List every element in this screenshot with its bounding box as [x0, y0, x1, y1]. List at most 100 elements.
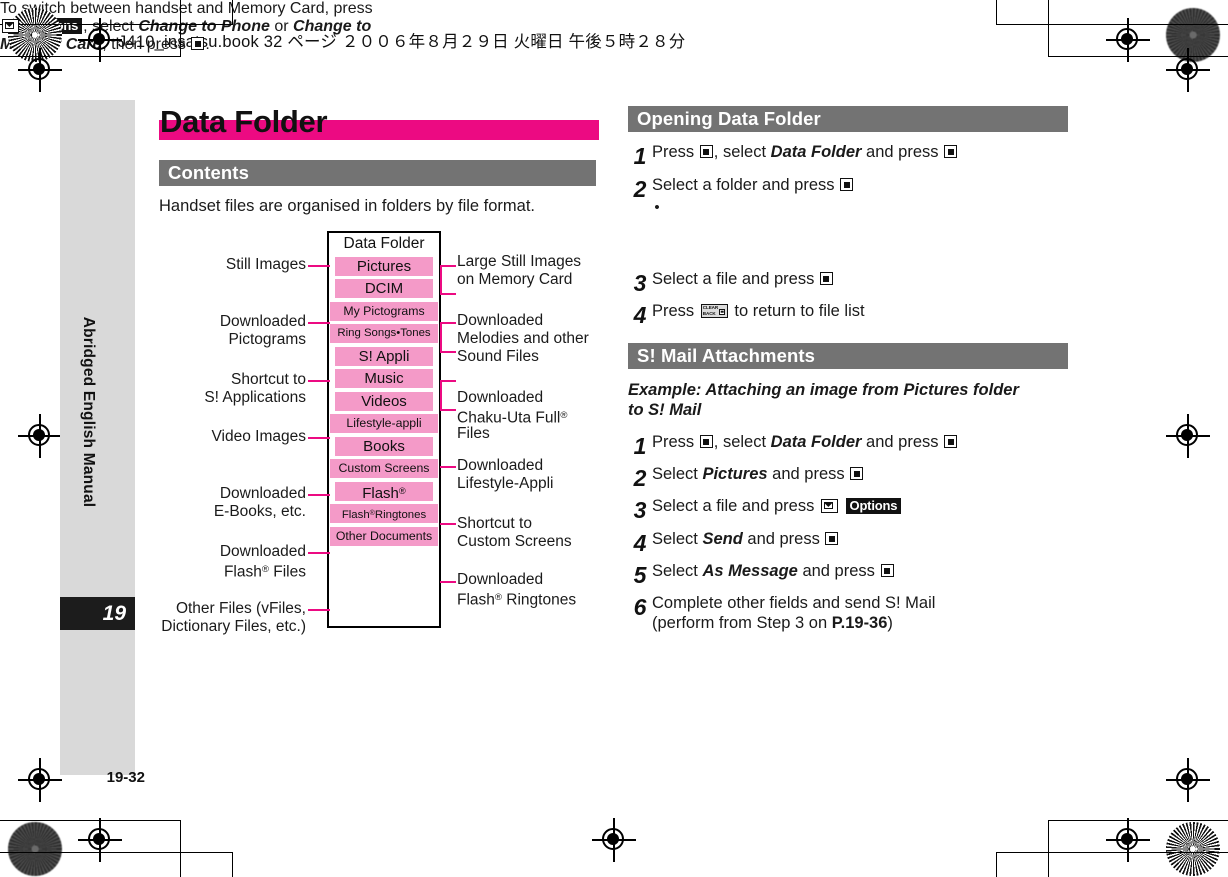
diagram-right-label-lifestyle-1: Downloaded	[457, 457, 544, 474]
opening-step-3-text: Select a file and press	[652, 269, 834, 289]
connector-left-other-documents	[308, 609, 330, 611]
diagram-left-label-downloaded-pictograms-2: Pictograms	[228, 331, 306, 348]
smail-example-line1: Example: Attaching an image from Picture…	[628, 381, 1019, 399]
smail-step-5-d: and press	[802, 562, 875, 580]
connector-left-videos	[308, 437, 330, 439]
folder-row-s-appli: S! Appli	[335, 346, 433, 366]
connector-right-s-appli	[440, 380, 456, 382]
center-select-key-icon	[850, 467, 864, 480]
folder-row-pictures: Pictures	[335, 256, 433, 276]
page-folio: 19-32	[106, 769, 145, 786]
diagram-right-label-melodies-1: Downloaded	[457, 312, 544, 329]
sidebar-manual-label: Abridged English Manual	[80, 316, 97, 508]
opening-step-3-a: Select a file and press	[652, 270, 815, 288]
diagram-right-label-flash-ringtones-1: Downloaded	[457, 571, 544, 588]
connector-right-bracket-music	[440, 380, 442, 410]
opening-step-2-bullet: •	[654, 199, 660, 216]
folder-row-music: Music	[335, 369, 433, 388]
opening-step-1-text: Press , select Data Folder and press	[652, 142, 958, 162]
smail-step-6-number: 6	[633, 594, 647, 620]
diagram-left-label-video-images: Video Images	[211, 428, 307, 445]
connector-right-music	[440, 409, 456, 411]
connector-right-ring-songs	[440, 351, 456, 353]
smail-step-6-b1: (perform from Step 3 on	[652, 614, 828, 632]
connector-right-dcim	[440, 293, 456, 295]
folder-row-videos: Videos	[335, 391, 433, 411]
smail-step-2-a: Select	[652, 465, 698, 483]
connector-right-bracket-sound	[440, 322, 442, 352]
contents-intro-text: Handset files are organised in folders b…	[159, 197, 536, 215]
diagram-left-label-still-images: Still Images	[225, 256, 306, 273]
smail-step-5-number: 5	[633, 562, 647, 588]
folder-row-lifestyle-appli: Lifestyle-appli	[330, 414, 438, 433]
center-select-key-icon	[880, 564, 894, 577]
opening-step-2-text: Select a folder and press	[652, 175, 854, 195]
connector-right-custom-screens	[440, 523, 456, 525]
smail-step-5-c: As Message	[702, 562, 798, 580]
registration-cross-right-middle	[1166, 414, 1210, 458]
connector-right-bracket-pictures-dcim	[440, 265, 442, 295]
smail-step-2-text: Select Pictures and press	[652, 464, 864, 484]
diagram-right-label-flash-ringtones-2: Flash® Ringtones	[457, 591, 577, 609]
smail-step-2-d: and press	[772, 465, 845, 483]
smail-step-6-text: Complete other fields and send S! Mail (…	[652, 593, 935, 633]
center-select-key-icon	[840, 178, 854, 191]
section-heading-smail-attachments: S! Mail Attachments	[628, 343, 1068, 369]
smail-step-4-d: and press	[747, 530, 820, 548]
section-heading-contents: Contents	[159, 160, 599, 186]
folder-row-flash: Flash®	[335, 481, 433, 502]
diagram-left-label-downloaded-pictograms-1: Downloaded	[219, 313, 306, 330]
diagram-root-label: Data Folder	[343, 235, 425, 252]
connector-left-pictures	[308, 265, 330, 267]
smail-step-4-c: Send	[702, 530, 743, 548]
sidebar-band	[60, 100, 135, 775]
smail-step-6-b3: )	[887, 614, 893, 632]
smail-step-1-a: Press	[652, 433, 695, 451]
diagram-left-label-shortcut-appli-2: S! Applications	[204, 389, 306, 406]
smail-step-3-a: Select a file and press	[652, 497, 815, 515]
smail-step-5-text: Select As Message and press	[652, 561, 895, 581]
smail-step-1-b: , select	[713, 433, 767, 451]
smail-step-6-page-ref[interactable]: P.19-36	[832, 614, 888, 632]
diagram-left-label-shortcut-appli-1: Shortcut to	[231, 371, 306, 388]
smail-step-1-c: Data Folder	[770, 433, 862, 451]
center-select-key-icon	[699, 145, 713, 158]
registration-cross-bottom-left	[78, 818, 122, 862]
opening-step-2-number: 2	[633, 176, 647, 202]
center-select-key-icon	[825, 532, 839, 545]
smail-step-2-c: Pictures	[702, 465, 768, 483]
folder-row-flash-ringtones: Flash®Ringtones	[330, 504, 438, 523]
folder-row-custom-screens: Custom Screens	[330, 459, 438, 478]
smail-step-4-a: Select	[652, 530, 698, 548]
smail-step-4-text: Select Send and press	[652, 529, 839, 549]
center-select-key-icon	[699, 435, 713, 448]
opening-step-4-number: 4	[633, 302, 647, 328]
registration-cross-bottom-right-inner	[1166, 758, 1210, 802]
folder-row-my-pictograms: My Pictograms	[330, 301, 438, 321]
clear-back-key-bottom-label: BACK	[702, 311, 716, 317]
diagram-right-label-chakuuta-3: Files	[457, 425, 490, 442]
connector-left-s-appli	[308, 380, 330, 382]
center-select-key-icon	[944, 435, 958, 448]
opening-step-4-text: Press CLEAR BACK to return to file list	[652, 301, 865, 321]
diagram-right-label-custom-screens-1: Shortcut to	[457, 515, 532, 532]
smail-step-2-number: 2	[633, 465, 647, 491]
smail-step-5-a: Select	[652, 562, 698, 580]
smail-step-6-a: Complete other fields and send S! Mail	[652, 594, 936, 612]
registration-cross-bottom-center	[592, 818, 636, 862]
diagram-right-label-large-still-2: on Memory Card	[457, 271, 573, 288]
mail-key-icon	[820, 499, 838, 513]
connector-left-my-pictograms	[308, 322, 330, 324]
registration-cross-top-left-inner	[18, 48, 62, 92]
registration-cross-left-middle	[18, 414, 62, 458]
smail-step-3-number: 3	[633, 497, 647, 523]
opening-step-1-number: 1	[633, 143, 647, 169]
smail-step-3-text: Select a file and press Options	[652, 496, 902, 516]
clear-back-key-icon: CLEAR BACK	[700, 304, 728, 318]
smail-step-4-number: 4	[633, 530, 647, 556]
opening-step-3-number: 3	[633, 270, 647, 296]
smail-step-1-number: 1	[633, 433, 647, 459]
opening-step-1-c: Data Folder	[770, 143, 862, 161]
diagram-right-label-melodies-2: Melodies and other	[457, 330, 589, 347]
connector-right-my-pictograms	[440, 322, 456, 324]
